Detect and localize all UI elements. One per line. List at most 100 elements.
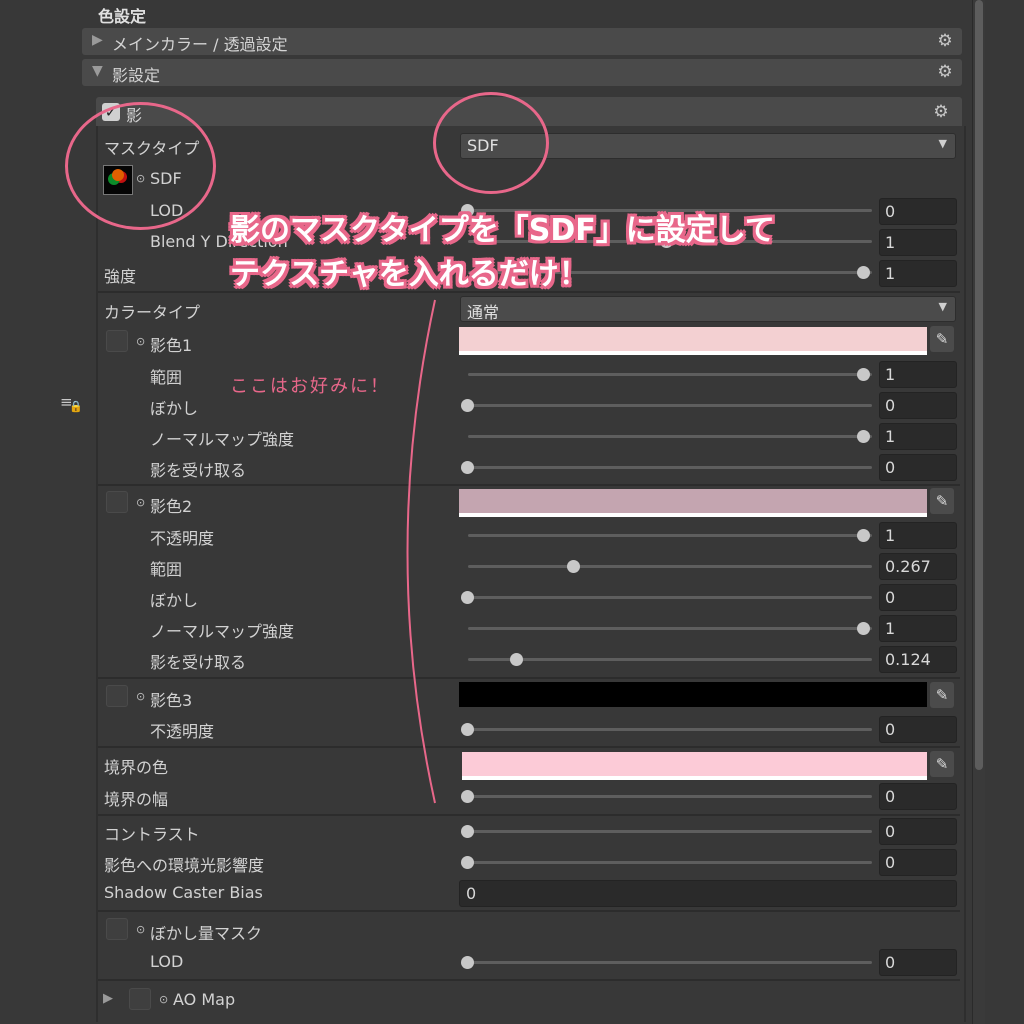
scrollbar-thumb[interactable] [975,0,983,770]
color1-blur-slider-handle[interactable] [461,399,474,412]
color1-receive-label: 影を受け取る [150,461,247,480]
annotation-note: ここはお好みに！ [230,376,390,397]
eyedropper-icon[interactable]: ✎ [930,488,954,514]
color1-blur-field[interactable]: 0 [879,392,957,419]
border-color-swatch[interactable] [462,752,927,780]
env-light-label: 影色への環境光影響度 [104,856,265,875]
contrast-slider-track[interactable] [468,830,872,833]
shadow-color2-swatch[interactable] [459,489,927,517]
blur-mask-lod-field[interactable]: 0 [879,949,957,976]
foldout-label: 影設定 [112,66,161,85]
lod-field[interactable]: 0 [879,198,957,225]
color2-receive-value: 0.124 [885,650,931,669]
texture-slot-icon[interactable]: ⊙ [136,496,145,509]
color1-normal-field[interactable]: 1 [879,423,957,450]
color2-blur-slider-handle[interactable] [461,591,474,604]
foldout-main-color[interactable]: ▶ メインカラー / 透過設定 ⚙ [82,28,962,55]
color2-normal-field[interactable]: 1 [879,615,957,642]
color2-opacity-value: 1 [885,526,896,545]
highlight-circle-sdf [433,92,549,194]
strength-value: 1 [885,264,896,283]
foldout-arrow-icon[interactable]: ▶ [92,32,103,48]
color-type-dropdown[interactable]: 通常 ▼ [460,296,956,322]
border-width-slider-handle[interactable] [461,790,474,803]
color1-receive-slider-handle[interactable] [461,461,474,474]
blur-mask-lod-slider-handle[interactable] [461,956,474,969]
texture-slot-icon[interactable]: ⊙ [136,923,145,936]
foldout-shadow-settings[interactable]: ▼ 影設定 ⚙ [82,59,962,86]
eyedropper-icon[interactable]: ✎ [930,326,954,352]
eyedropper-icon[interactable]: ✎ [930,751,954,777]
foldout-arrow-icon[interactable]: ▶ [103,991,113,1006]
gear-icon[interactable]: ⚙ [936,63,954,81]
color3-opacity-field[interactable]: 0 [879,716,957,743]
strength-field[interactable]: 1 [879,260,957,287]
shadow-color2-label: 影色2 [150,497,193,516]
color-type-label: カラータイプ [104,303,201,322]
foldout-arrow-icon[interactable]: ▼ [92,63,103,79]
blend-y-field[interactable]: 1 [879,229,957,256]
color2-blur-field[interactable]: 0 [879,584,957,611]
strength-slider-handle[interactable] [857,266,870,279]
color1-range-field[interactable]: 1 [879,361,957,388]
texture-slot-icon[interactable]: ⊙ [136,690,145,703]
color1-range-value: 1 [885,365,896,384]
color2-receive-slider-track[interactable] [468,658,872,661]
color1-receive-field[interactable]: 0 [879,454,957,481]
color2-receive-slider-handle[interactable] [510,653,524,666]
border-color-label: 境界の色 [104,758,169,777]
shadow-color1-texture-slot[interactable] [106,330,128,352]
color2-receive-field[interactable]: 0.124 [879,646,957,673]
color2-blur-value: 0 [885,588,896,607]
gear-icon[interactable]: ⚙ [936,32,954,50]
blur-mask-texture-slot[interactable] [106,918,128,940]
border-width-value: 0 [885,787,896,806]
color1-range-slider-handle[interactable] [857,368,870,381]
texture-slot-icon[interactable]: ⊙ [136,335,145,348]
color1-receive-slider-track[interactable] [468,466,872,469]
blur-mask-lod-slider-track[interactable] [468,961,872,964]
caster-bias-field[interactable]: 0 [459,880,957,907]
color2-opacity-field[interactable]: 1 [879,522,957,549]
env-light-slider-handle[interactable] [461,856,474,869]
gear-icon[interactable]: ⚙ [932,103,950,121]
shadow-color3-texture-slot[interactable] [106,685,128,707]
color1-range-slider-track[interactable] [468,373,872,376]
divider [98,746,960,748]
border-width-slider-track[interactable] [468,795,872,798]
foldout-label: メインカラー / 透過設定 [112,35,288,54]
texture-slot-icon[interactable]: ⊙ [159,993,168,1006]
dropdown-caret-icon: ▼ [938,137,947,150]
border-width-field[interactable]: 0 [879,783,957,810]
contrast-label: コントラスト [104,825,200,844]
divider [98,814,960,816]
color2-opacity-slider-handle[interactable] [857,529,870,542]
env-light-slider-track[interactable] [468,861,872,864]
color2-normal-slider-track[interactable] [468,627,872,630]
color3-opacity-slider-handle[interactable] [461,723,474,736]
color3-opacity-slider-track[interactable] [468,728,872,731]
divider [98,677,960,679]
contrast-slider-handle[interactable] [461,825,474,838]
shadow-color3-swatch[interactable] [459,682,927,707]
contrast-field[interactable]: 0 [879,818,957,845]
shadow-color1-swatch[interactable] [459,327,927,355]
color1-normal-slider-handle[interactable] [857,430,870,443]
divider [98,979,960,981]
shadow-color2-texture-slot[interactable] [106,491,128,513]
color1-blur-slider-track[interactable] [468,404,872,407]
blur-mask-lod-label: LOD [150,952,184,971]
color2-normal-slider-handle[interactable] [857,622,870,635]
lock-icon[interactable]: ≡ 🔒 [60,393,83,415]
dropdown-caret-icon: ▼ [938,300,947,313]
color2-range-field[interactable]: 0.267 [879,553,957,580]
eyedropper-icon[interactable]: ✎ [930,682,954,708]
color2-blur-slider-track[interactable] [468,596,872,599]
color2-range-slider-handle[interactable] [566,560,580,573]
color2-range-slider-track[interactable] [468,565,872,568]
color1-normal-slider-track[interactable] [468,435,872,438]
shadow-color3-label: 影色3 [150,691,193,710]
color2-opacity-slider-track[interactable] [468,534,872,537]
env-light-field[interactable]: 0 [879,849,957,876]
ao-map-texture-slot[interactable] [129,988,151,1010]
